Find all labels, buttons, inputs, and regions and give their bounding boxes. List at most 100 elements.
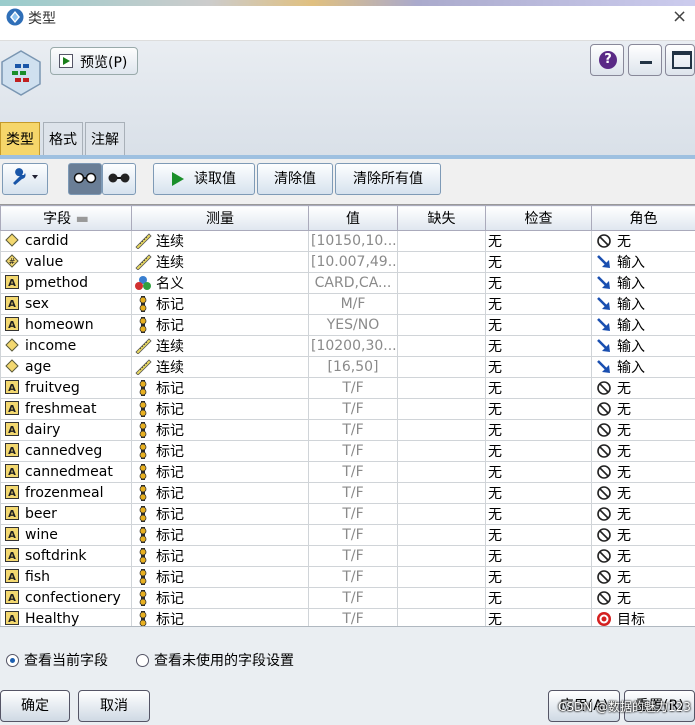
- tab-type[interactable]: 类型: [0, 122, 40, 156]
- field-cell[interactable]: Afish: [1, 567, 132, 588]
- table-row[interactable]: cardid连续[10150,10...无无: [1, 231, 695, 252]
- check-cell[interactable]: 无: [486, 567, 592, 588]
- read-values-button[interactable]: 读取值: [153, 163, 255, 195]
- check-cell[interactable]: 无: [486, 420, 592, 441]
- check-cell[interactable]: 无: [486, 588, 592, 609]
- check-cell[interactable]: 无: [486, 315, 592, 336]
- table-row[interactable]: income连续[10200,30...无输入: [1, 336, 695, 357]
- check-cell[interactable]: 无: [486, 462, 592, 483]
- table-row[interactable]: Afruitveg标记T/F无无: [1, 378, 695, 399]
- role-cell[interactable]: 无: [592, 462, 695, 483]
- role-cell[interactable]: 输入: [592, 336, 695, 357]
- help-button[interactable]: ?: [590, 44, 624, 76]
- role-cell[interactable]: 无: [592, 378, 695, 399]
- table-row[interactable]: Ahomeown标记YES/NO无输入: [1, 315, 695, 336]
- missing-cell[interactable]: [398, 357, 486, 378]
- measure-cell[interactable]: 标记: [132, 378, 309, 399]
- role-cell[interactable]: 无: [592, 441, 695, 462]
- table-row[interactable]: Afrozenmeal标记T/F 无无: [1, 483, 695, 504]
- check-cell[interactable]: 无: [486, 378, 592, 399]
- missing-cell[interactable]: [398, 462, 486, 483]
- maximize-button[interactable]: [665, 44, 695, 76]
- field-cell[interactable]: Abeer: [1, 504, 132, 525]
- column-header-values[interactable]: 值: [309, 206, 398, 231]
- values-cell[interactable]: T/F: [309, 378, 398, 399]
- role-cell[interactable]: 输入: [592, 294, 695, 315]
- table-row[interactable]: Asex标记M/F无输入: [1, 294, 695, 315]
- values-cell[interactable]: [10200,30...: [309, 336, 398, 357]
- values-cell[interactable]: YES/NO: [309, 315, 398, 336]
- missing-cell[interactable]: [398, 252, 486, 273]
- role-cell[interactable]: 无: [592, 546, 695, 567]
- table-row[interactable]: Afreshmeat标记T/F无无: [1, 399, 695, 420]
- role-cell[interactable]: 无: [592, 525, 695, 546]
- check-cell[interactable]: 无: [486, 252, 592, 273]
- field-cell[interactable]: age: [1, 357, 132, 378]
- missing-cell[interactable]: [398, 399, 486, 420]
- measure-cell[interactable]: 标记: [132, 483, 309, 504]
- measure-cell[interactable]: 标记: [132, 462, 309, 483]
- table-row[interactable]: #value连续[10.007,49...无输入: [1, 252, 695, 273]
- check-cell[interactable]: 无: [486, 273, 592, 294]
- view-current-fields-radio[interactable]: 查看当前字段: [6, 650, 108, 670]
- missing-cell[interactable]: [398, 273, 486, 294]
- check-cell[interactable]: 无: [486, 504, 592, 525]
- values-cell[interactable]: T/F: [309, 483, 398, 504]
- column-header-measure[interactable]: 测量: [132, 206, 309, 231]
- missing-cell[interactable]: [398, 483, 486, 504]
- tab-annotations[interactable]: 注解: [85, 122, 125, 156]
- role-cell[interactable]: 输入: [592, 252, 695, 273]
- missing-cell[interactable]: [398, 588, 486, 609]
- table-row[interactable]: Adairy标记T/F无无: [1, 420, 695, 441]
- close-icon[interactable]: ×: [672, 6, 687, 27]
- role-cell[interactable]: 无: [592, 420, 695, 441]
- field-cell[interactable]: Asoftdrink: [1, 546, 132, 567]
- values-cell[interactable]: [10150,10...: [309, 231, 398, 252]
- measure-cell[interactable]: 标记: [132, 504, 309, 525]
- ok-button[interactable]: 确定: [0, 690, 70, 722]
- values-cell[interactable]: T/F: [309, 588, 398, 609]
- table-row[interactable]: Afish标记T/F无无: [1, 567, 695, 588]
- tools-dropdown-button[interactable]: [2, 163, 48, 195]
- role-cell[interactable]: 无: [592, 399, 695, 420]
- clear-values-button[interactable]: 清除值: [257, 163, 333, 195]
- role-cell[interactable]: 无: [592, 483, 695, 504]
- values-cell[interactable]: T/F: [309, 567, 398, 588]
- missing-cell[interactable]: [398, 231, 486, 252]
- measure-cell[interactable]: 标记: [132, 525, 309, 546]
- column-header-role[interactable]: 角色: [592, 206, 695, 231]
- field-cell[interactable]: Adairy: [1, 420, 132, 441]
- table-row[interactable]: Abeer标记T/F无无: [1, 504, 695, 525]
- tab-format[interactable]: 格式: [43, 122, 83, 156]
- field-cell[interactable]: Apmethod: [1, 273, 132, 294]
- values-cell[interactable]: T/F: [309, 399, 398, 420]
- check-cell[interactable]: 无: [486, 546, 592, 567]
- values-cell[interactable]: T/F: [309, 525, 398, 546]
- role-cell[interactable]: 无: [592, 231, 695, 252]
- measure-cell[interactable]: 连续: [132, 357, 309, 378]
- preview-button[interactable]: 预览(P): [50, 47, 138, 75]
- field-cell[interactable]: Asex: [1, 294, 132, 315]
- role-cell[interactable]: 无: [592, 504, 695, 525]
- measure-cell[interactable]: 标记: [132, 588, 309, 609]
- field-cell[interactable]: Afrozenmeal: [1, 483, 132, 504]
- check-cell[interactable]: 无: [486, 483, 592, 504]
- missing-cell[interactable]: [398, 378, 486, 399]
- field-cell[interactable]: Acannedmeat: [1, 462, 132, 483]
- cancel-button[interactable]: 取消: [78, 690, 150, 722]
- role-cell[interactable]: 输入: [592, 315, 695, 336]
- table-row[interactable]: Acannedmeat标记T/F无无: [1, 462, 695, 483]
- table-row[interactable]: Awine标记T/F无无: [1, 525, 695, 546]
- field-cell[interactable]: Awine: [1, 525, 132, 546]
- values-cell[interactable]: T/F: [309, 441, 398, 462]
- values-cell[interactable]: T/F: [309, 546, 398, 567]
- missing-cell[interactable]: [398, 567, 486, 588]
- minimize-button[interactable]: [628, 44, 662, 76]
- missing-cell[interactable]: [398, 441, 486, 462]
- measure-cell[interactable]: 连续: [132, 336, 309, 357]
- clear-all-values-button[interactable]: 清除所有值: [335, 163, 441, 195]
- values-cell[interactable]: [16,50]: [309, 357, 398, 378]
- missing-cell[interactable]: [398, 294, 486, 315]
- role-cell[interactable]: 无: [592, 588, 695, 609]
- field-cell[interactable]: income: [1, 336, 132, 357]
